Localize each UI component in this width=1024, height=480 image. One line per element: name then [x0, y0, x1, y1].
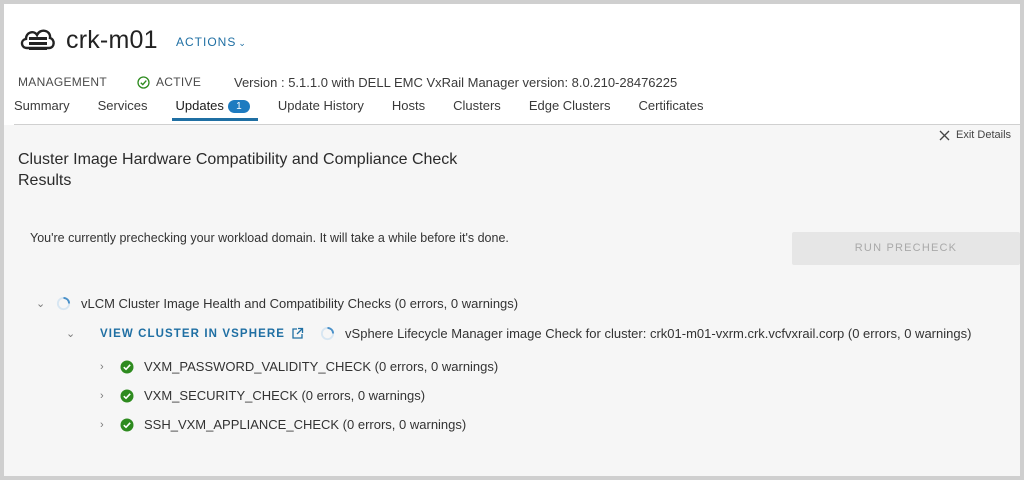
tab-bar: Summary Services Updates 1 Update History… — [14, 96, 732, 121]
tab-certificates[interactable]: Certificates — [638, 96, 703, 121]
tree-child-row: ⌄ VIEW CLUSTER IN VSPHERE vSphere Lifecy… — [66, 326, 971, 341]
status-label: ACTIVE — [156, 75, 202, 89]
tab-hosts[interactable]: Hosts — [392, 96, 425, 121]
tab-update-history[interactable]: Update History — [278, 96, 364, 121]
tree-root-row: ⌄ vLCM Cluster Image Health and Compatib… — [36, 296, 518, 311]
chevron-down-icon[interactable]: ⌄ — [66, 327, 80, 340]
tab-label: Services — [97, 98, 148, 113]
actions-menu-button[interactable]: ACTIONS ⌄ — [176, 35, 247, 49]
chevron-down-icon: ⌄ — [238, 38, 247, 48]
tree-root-label: vLCM Cluster Image Health and Compatibil… — [81, 296, 519, 311]
version-info: Version : 5.1.1.0 with DELL EMC VxRail M… — [234, 75, 678, 90]
tab-label: Update History — [277, 98, 364, 113]
success-check-icon — [120, 360, 134, 373]
close-icon — [939, 130, 950, 140]
check-row: › VXM_PASSWORD_VALIDITY_CHECK (0 errors,… — [100, 359, 498, 374]
precheck-info-text: You're currently prechecking your worklo… — [30, 231, 509, 245]
success-check-icon — [120, 418, 134, 431]
check-label: VXM_PASSWORD_VALIDITY_CHECK (0 errors, 0… — [144, 359, 499, 374]
page-title: crk-m01 — [66, 26, 158, 54]
tab-label: Summary — [14, 98, 70, 113]
tab-summary[interactable]: Summary — [14, 96, 70, 121]
check-label: SSH_VXM_APPLIANCE_CHECK (0 errors, 0 war… — [144, 417, 467, 432]
view-cluster-link[interactable]: VIEW CLUSTER IN VSPHERE — [100, 328, 285, 340]
status-badge: ACTIVE — [137, 75, 201, 89]
tab-label: Updates — [175, 98, 224, 113]
tree-child-label: vSphere Lifecycle Manager image Check fo… — [345, 326, 972, 341]
domain-type-label: MANAGEMENT — [18, 75, 108, 89]
tab-label: Clusters — [453, 98, 501, 113]
chevron-down-icon[interactable]: ⌄ — [36, 297, 50, 310]
exit-details-button[interactable]: Exit Details — [939, 129, 1011, 141]
exit-details-label: Exit Details — [956, 129, 1012, 141]
cloud-foundation-icon — [20, 29, 55, 50]
spinner-icon — [56, 296, 71, 311]
actions-label: ACTIONS — [176, 35, 237, 49]
tab-clusters[interactable]: Clusters — [453, 96, 501, 121]
spinner-icon — [320, 326, 335, 341]
section-title: Cluster Image Hardware Compatibility and… — [18, 151, 458, 189]
tab-services[interactable]: Services — [98, 96, 148, 121]
tab-updates[interactable]: Updates 1 — [172, 96, 259, 121]
check-circle-icon — [137, 75, 150, 89]
success-check-icon — [120, 389, 134, 402]
chevron-right-icon[interactable]: › — [100, 361, 114, 373]
chevron-right-icon[interactable]: › — [100, 419, 114, 431]
tab-edge-clusters[interactable]: Edge Clusters — [529, 96, 611, 121]
check-row: › SSH_VXM_APPLIANCE_CHECK (0 errors, 0 w… — [100, 417, 466, 432]
tab-label: Certificates — [638, 98, 704, 113]
external-link-icon[interactable] — [291, 327, 304, 340]
chevron-right-icon[interactable]: › — [100, 390, 114, 402]
updates-count-badge: 1 — [227, 100, 250, 113]
tab-label: Hosts — [391, 98, 426, 113]
tab-divider — [14, 124, 1020, 125]
check-label: VXM_SECURITY_CHECK (0 errors, 0 warnings… — [144, 388, 426, 403]
run-precheck-button[interactable]: RUN PRECHECK — [792, 232, 1020, 265]
tab-label: Edge Clusters — [528, 98, 611, 113]
check-row: › VXM_SECURITY_CHECK (0 errors, 0 warnin… — [100, 388, 425, 403]
